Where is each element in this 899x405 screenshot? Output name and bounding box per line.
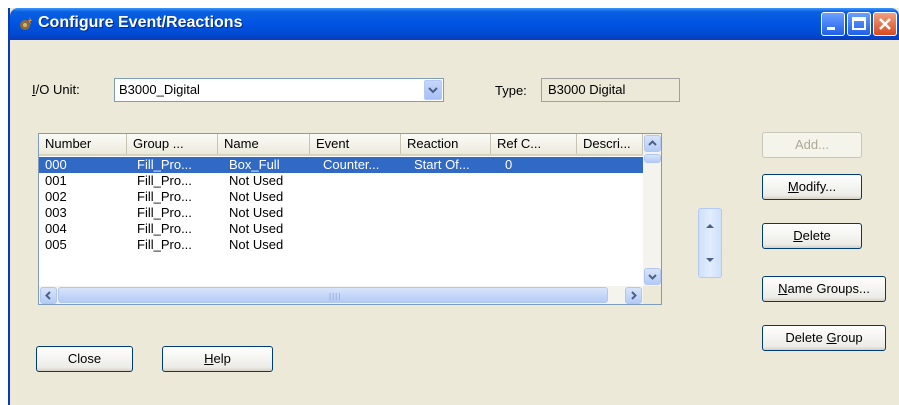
- type-label: Type:: [495, 83, 527, 98]
- row-group: Fill_Pro...: [137, 157, 192, 172]
- event-reaction-list[interactable]: Number Group ... Name Event Reaction Ref…: [38, 133, 662, 305]
- add-button[interactable]: Add...: [762, 132, 862, 158]
- help-button[interactable]: Help: [162, 346, 273, 372]
- gear-flame-icon: [20, 17, 32, 30]
- row-number: 000: [45, 157, 67, 172]
- row-group: Fill_Pro...: [137, 189, 192, 204]
- table-row[interactable]: 002 Fill_Pro... Not Used: [39, 189, 643, 205]
- move-updown-control[interactable]: [698, 208, 722, 278]
- scroll-right-arrow-icon: [631, 291, 637, 300]
- row-number: 002: [45, 189, 67, 204]
- row-name: Not Used: [229, 237, 284, 252]
- table-row[interactable]: 004 Fill_Pro... Not Used: [39, 221, 643, 237]
- column-header-reaction[interactable]: Reaction: [401, 134, 491, 154]
- delete-group-button[interactable]: Delete Group: [762, 325, 886, 351]
- horizontal-scrollbar[interactable]: ||||: [39, 286, 643, 304]
- row-name: Box_Full: [229, 157, 280, 172]
- column-header-number[interactable]: Number: [39, 134, 127, 154]
- close-x-icon: [879, 18, 891, 30]
- row-ref-count: 0: [505, 157, 513, 172]
- row-number: 004: [45, 221, 67, 236]
- scroll-up-button[interactable]: [644, 135, 661, 152]
- column-header-name[interactable]: Name: [218, 134, 310, 154]
- row-name: Not Used: [229, 173, 284, 188]
- minimize-icon: [827, 27, 835, 30]
- column-header-description[interactable]: Descri...: [577, 134, 643, 154]
- row-name: Not Used: [229, 221, 284, 236]
- row-number: 005: [45, 237, 67, 252]
- scroll-down-button[interactable]: [644, 268, 661, 285]
- move-up-arrow-icon[interactable]: [699, 215, 721, 237]
- chevron-down-icon: [428, 87, 438, 94]
- modify-button[interactable]: Modify...: [762, 174, 862, 200]
- row-group: Fill_Pro...: [137, 221, 192, 236]
- row-number: 003: [45, 205, 67, 220]
- title-bar[interactable]: Configure Event/Reactions: [10, 8, 899, 40]
- scroll-down-arrow-icon: [648, 274, 657, 280]
- vertical-scroll-thumb[interactable]: [644, 154, 661, 163]
- io-unit-value: B3000_Digital: [119, 82, 200, 97]
- scrollbar-corner: [643, 286, 661, 304]
- close-button[interactable]: Close: [36, 346, 133, 372]
- row-number: 001: [45, 173, 67, 188]
- scroll-right-button[interactable]: [625, 287, 642, 304]
- row-reaction: Start Of...: [414, 157, 470, 172]
- row-group: Fill_Pro...: [137, 237, 192, 252]
- row-name: Not Used: [229, 205, 284, 220]
- type-field: B3000 Digital: [541, 78, 680, 102]
- move-down-arrow-icon[interactable]: [699, 249, 721, 271]
- table-row[interactable]: 000 Fill_Pro... Box_Full Counter... Star…: [39, 157, 643, 173]
- delete-button[interactable]: Delete: [762, 223, 862, 249]
- scroll-up-arrow-icon: [648, 140, 657, 146]
- list-header: Number Group ... Name Event Reaction Ref…: [39, 134, 643, 156]
- scroll-left-button[interactable]: [40, 287, 57, 304]
- horizontal-scroll-thumb[interactable]: ||||: [58, 287, 608, 303]
- minimize-button[interactable]: [821, 12, 845, 36]
- io-unit-dropdown[interactable]: B3000_Digital: [114, 78, 444, 102]
- table-row[interactable]: 003 Fill_Pro... Not Used: [39, 205, 643, 221]
- name-groups-button[interactable]: Name Groups...: [762, 276, 886, 302]
- scroll-left-arrow-icon: [45, 291, 51, 300]
- type-value: B3000 Digital: [548, 82, 626, 97]
- io-unit-dropdown-button[interactable]: [424, 80, 442, 100]
- column-header-ref-count[interactable]: Ref C...: [491, 134, 577, 154]
- maximize-button[interactable]: [847, 12, 871, 36]
- row-name: Not Used: [229, 189, 284, 204]
- maximize-icon: [852, 17, 866, 30]
- column-header-group[interactable]: Group ...: [127, 134, 218, 154]
- row-group: Fill_Pro...: [137, 173, 192, 188]
- io-unit-label: I/O Unit:: [32, 82, 80, 97]
- close-window-button[interactable]: [873, 12, 897, 36]
- column-header-event[interactable]: Event: [310, 134, 401, 154]
- vertical-scrollbar[interactable]: [643, 134, 661, 286]
- row-event: Counter...: [323, 157, 380, 172]
- configure-event-reactions-window: Configure Event/Reactions I/O Unit: B300…: [8, 8, 899, 405]
- window-title: Configure Event/Reactions: [38, 14, 243, 31]
- row-group: Fill_Pro...: [137, 205, 192, 220]
- table-row[interactable]: 001 Fill_Pro... Not Used: [39, 173, 643, 189]
- table-row[interactable]: 005 Fill_Pro... Not Used: [39, 237, 643, 253]
